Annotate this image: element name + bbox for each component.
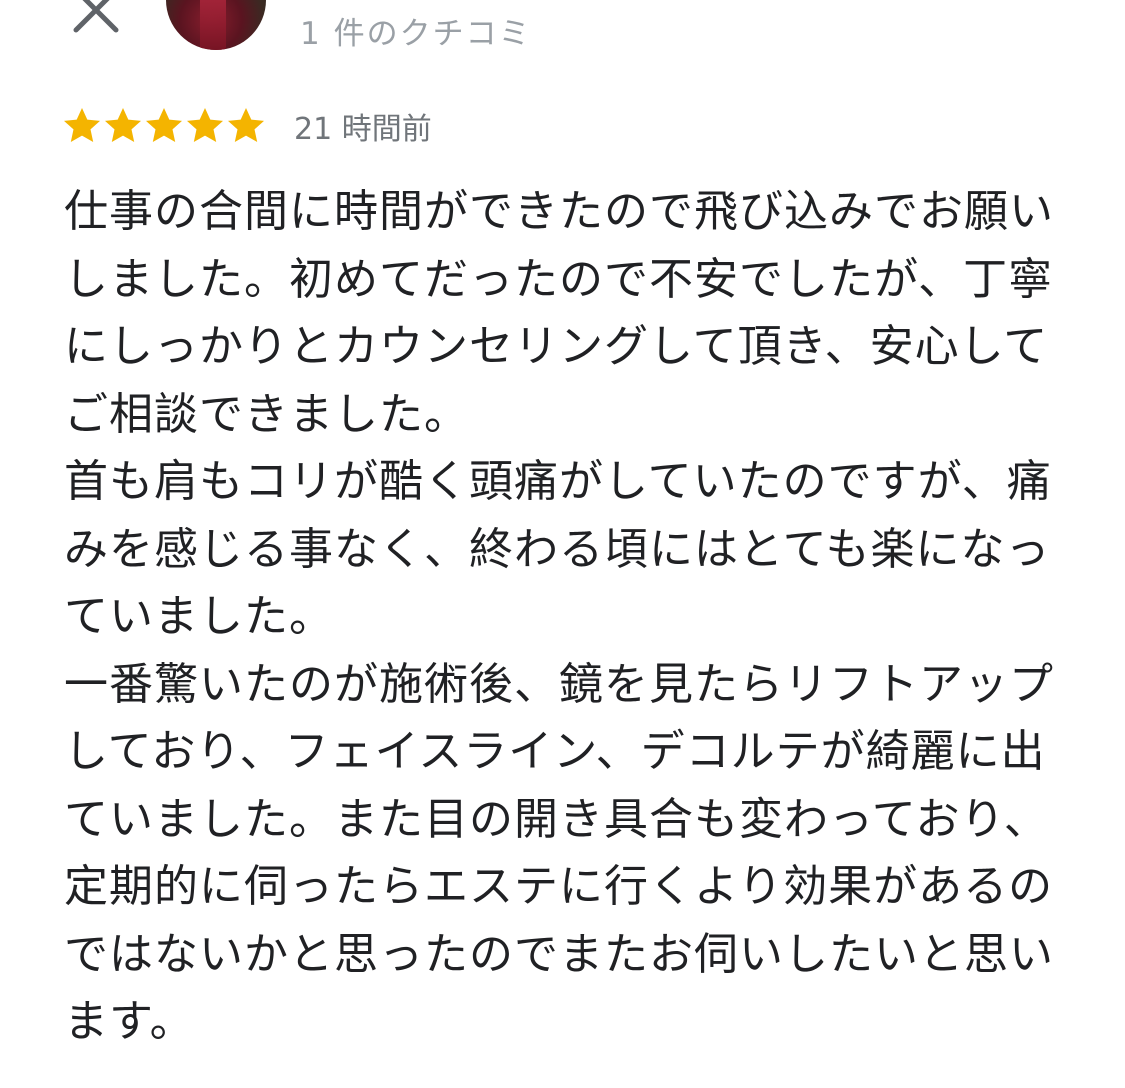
star-icon (144, 106, 184, 146)
close-icon (73, 0, 119, 33)
review-line: みを感じる事なく、終わる頃にはとても楽になっ (64, 523, 1051, 575)
review-time: 21 時間前 (294, 112, 432, 147)
review-line: しました。初めてだったので不安でしたが、丁寧 (64, 253, 1054, 305)
review-line: にしっかりとカウンセリングして頂き、安心して (64, 321, 1049, 372)
review-line: 首も肩もコリが酷く頭痛がしていたのですが、痛 (64, 456, 1052, 507)
avatar-image (200, 0, 226, 50)
review-line: 定期的に伺ったらエステに行くより効果があるの (64, 861, 1054, 912)
review-line: しており、フェイスライン、デコルテが綺麗に出 (64, 726, 1046, 777)
review-line: ご相談できました。 (64, 388, 469, 440)
review-line: 仕事の合間に時間ができたので飛び込みでお願い (64, 186, 1054, 237)
review-line: 一番驚いたのが施術後、鏡を見たらリフトアップ (64, 658, 1054, 710)
star-icon (185, 106, 225, 146)
star-rating (62, 106, 266, 146)
close-button[interactable] (66, 0, 126, 40)
rating-row: 21 時間前 (62, 104, 432, 148)
review-line: ていました。また目の開き具合も変わっており、 (64, 793, 1049, 845)
star-icon (103, 106, 143, 146)
review-line: ます。 (64, 996, 195, 1047)
review-count[interactable]: 1 件のクチコミ (300, 8, 532, 53)
review-line: ではないかと思ったのでまたお伺いしたいと思い (64, 928, 1054, 980)
avatar[interactable] (166, 0, 266, 50)
review-line: ていました。 (64, 591, 334, 642)
star-icon (62, 106, 102, 146)
review-text: 仕事の合間に時間ができたので飛び込みでお願い しました。初めてだったので不安でした… (64, 178, 1064, 1056)
review-header: 1 件のクチコミ (0, 0, 1125, 80)
star-icon (226, 106, 266, 146)
